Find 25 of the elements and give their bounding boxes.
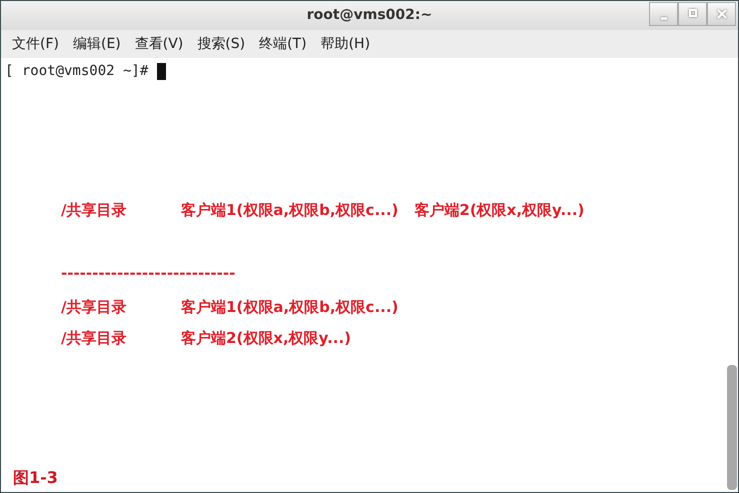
annotation-text: 客户端2(权限x,权限y...)	[414, 200, 584, 221]
figure-label: 图1-3	[13, 467, 58, 489]
menu-item[interactable]: 文件(F)	[5, 34, 66, 54]
minimize-button[interactable]	[649, 2, 678, 26]
maximize-icon	[686, 8, 698, 20]
cursor	[156, 62, 166, 80]
minimize-icon	[660, 16, 668, 20]
annotation-text: /共享目录	[61, 297, 128, 318]
menu-item[interactable]: 终端(T)	[252, 34, 314, 54]
annotation-text: 客户端1(权限a,权限b,权限c...)	[181, 297, 398, 318]
annotation-text: /共享目录	[61, 200, 128, 221]
close-icon	[716, 8, 728, 20]
menu-item[interactable]: 搜索(S)	[190, 34, 252, 54]
menu-item[interactable]: 查看(V)	[128, 34, 190, 54]
annotation-text: 客户端1(权限a,权限b,权限c...)	[181, 200, 398, 221]
annotation-text: 客户端2(权限x,权限y...)	[181, 328, 352, 348]
dashed-separator: ----------------------------	[61, 262, 236, 284]
close-button[interactable]	[707, 2, 736, 26]
terminal-prompt: [ root@vms002 ~]#	[5, 62, 150, 81]
annotation-text: /共享目录	[61, 328, 128, 348]
window-title: root@vms002:~	[306, 6, 432, 25]
menu-item[interactable]: 帮助(H)	[314, 34, 378, 54]
menu-item[interactable]: 编辑(E)	[66, 34, 128, 54]
maximize-button[interactable]	[678, 2, 707, 26]
scrollbar-thumb[interactable]	[727, 365, 737, 490]
